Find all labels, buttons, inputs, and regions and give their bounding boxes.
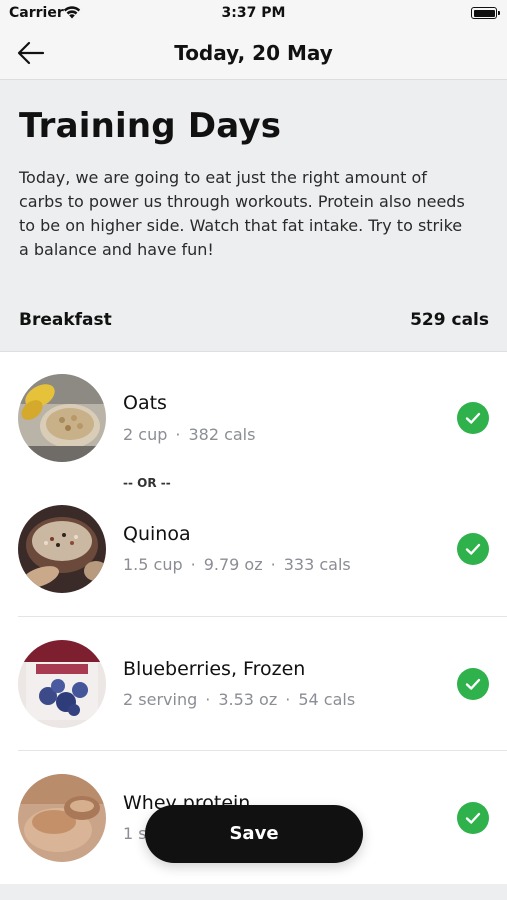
plan-intro: Training Days Today, we are going to eat…	[0, 80, 507, 352]
bottom-strip	[0, 884, 507, 900]
item-calories: 54 cals	[298, 690, 356, 709]
food-item-oats[interactable]: Oats 2 cup · 382 cals	[0, 370, 507, 470]
item-divider	[18, 616, 507, 617]
checkmark-icon[interactable]	[457, 802, 489, 834]
item-weight: 3.53 oz	[218, 690, 278, 709]
item-calories: 382 cals	[188, 425, 256, 444]
quinoa-image	[18, 505, 106, 593]
status-bar: Carrier 3:37 PM	[0, 0, 507, 28]
item-calories: 333 cals	[283, 555, 351, 574]
meal-name: Breakfast	[19, 310, 112, 330]
item-name: Oats	[123, 392, 167, 414]
or-separator: -- OR --	[123, 476, 171, 490]
plan-heading: Training Days	[19, 106, 282, 146]
battery-icon	[471, 7, 500, 19]
plan-description: Today, we are going to eat just the righ…	[19, 168, 465, 259]
item-name: Quinoa	[123, 523, 191, 545]
navigation-bar: Today, 20 May	[0, 28, 507, 80]
item-meta: 1.5 cup · 9.79 oz · 333 cals	[123, 555, 351, 574]
item-meta: 2 serving · 3.53 oz · 54 cals	[123, 690, 356, 709]
item-divider	[18, 750, 507, 751]
item-amount: 2 cup	[123, 425, 168, 444]
checkmark-icon[interactable]	[457, 402, 489, 434]
save-button[interactable]: Save	[145, 805, 363, 863]
item-name: Blueberries, Frozen	[123, 658, 306, 680]
meal-calories: 529 cals	[410, 310, 489, 330]
checkmark-icon[interactable]	[457, 533, 489, 565]
item-weight: 9.79 oz	[203, 555, 263, 574]
item-amount: 2 serving	[123, 690, 198, 709]
oats-image	[18, 374, 106, 462]
blueberries-image	[18, 640, 106, 728]
food-item-quinoa[interactable]: Quinoa 1.5 cup · 9.79 oz · 333 cals	[0, 503, 507, 603]
item-meta: 1 s	[123, 824, 147, 843]
item-amount: 1.5 cup	[123, 555, 183, 574]
item-amount: 1 s	[123, 824, 147, 843]
food-item-blueberries[interactable]: Blueberries, Frozen 2 serving · 3.53 oz · 54…	[0, 638, 507, 738]
clock: 3:37 PM	[221, 5, 286, 21]
page-title: Today, 20 May	[174, 41, 333, 65]
checkmark-icon[interactable]	[457, 668, 489, 700]
item-meta: 2 cup · 382 cals	[123, 425, 256, 444]
whey-protein-image	[18, 774, 106, 862]
